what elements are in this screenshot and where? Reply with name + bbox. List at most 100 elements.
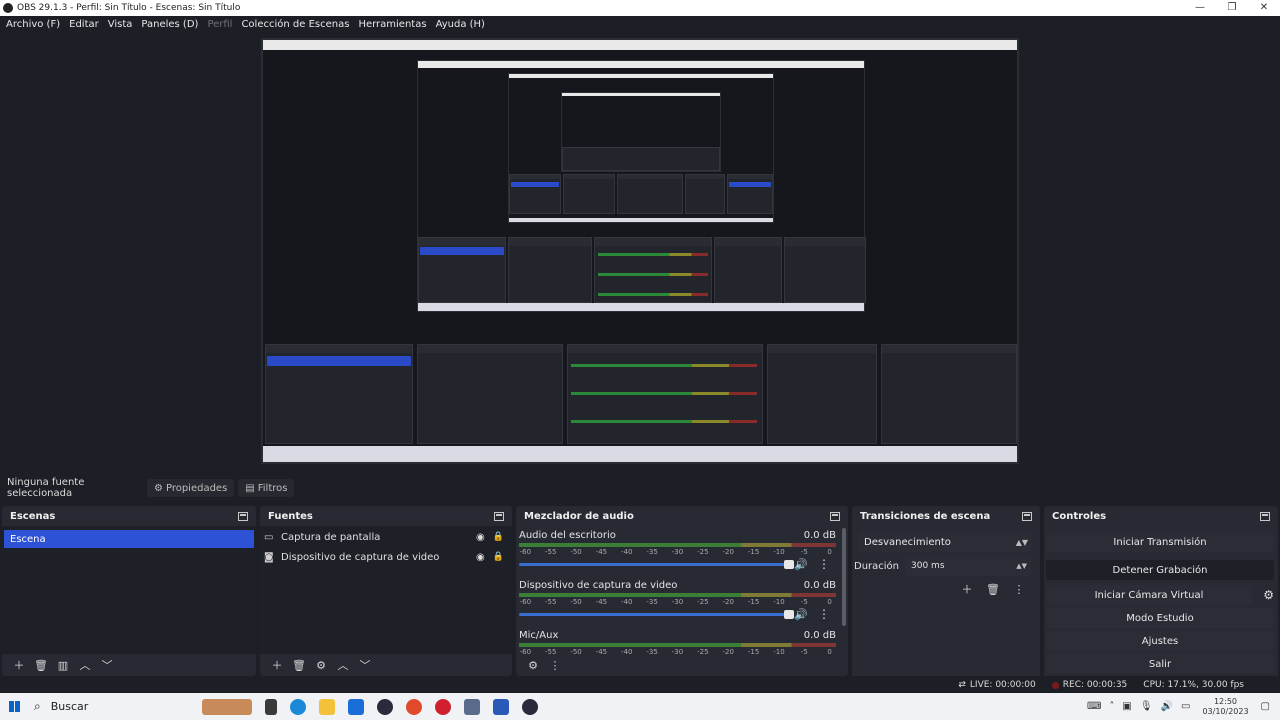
lock-icon[interactable]: 🔒 [493, 532, 504, 542]
undock-icon[interactable] [1260, 511, 1270, 521]
menu-paneles[interactable]: Paneles (D) [141, 19, 198, 30]
move-scene-down-button[interactable]: ﹀ [96, 656, 118, 674]
menu-editar[interactable]: Editar [69, 19, 99, 30]
meter-tick-label: 0 [827, 548, 832, 556]
menu-herramientas[interactable]: Herramientas [358, 19, 426, 30]
widgets-icon[interactable] [202, 698, 252, 715]
meter-tick-label: -50 [570, 598, 582, 606]
undock-icon[interactable] [1022, 511, 1032, 521]
volume-meter [519, 593, 836, 597]
move-source-down-button[interactable]: ﹀ [354, 656, 376, 674]
move-source-up-button[interactable]: ︿ [332, 656, 354, 674]
mixer-scrollbar[interactable] [842, 528, 846, 626]
add-source-button[interactable]: ＋ [266, 656, 288, 674]
settings-button[interactable]: Ajustes [1046, 631, 1274, 651]
move-scene-up-button[interactable]: ︿ [74, 656, 96, 674]
remove-source-button[interactable]: 🗑 [288, 656, 310, 674]
obs-taskbar-icon[interactable] [522, 698, 538, 715]
start-virtual-camera-button[interactable]: Iniciar Cámara Virtual [1046, 585, 1252, 605]
transition-select[interactable]: Desvanecimiento ▲▼ [858, 532, 1032, 552]
minimize-button[interactable]: — [1184, 0, 1216, 16]
visibility-eye-icon[interactable]: ◉ [476, 552, 485, 563]
remove-transition-button[interactable]: 🗑 [980, 580, 1006, 598]
spin-arrows-icon[interactable]: ▲▼ [1016, 562, 1027, 570]
scene-filters-button[interactable]: ▥ [52, 656, 74, 674]
add-scene-button[interactable]: ＋ [8, 656, 30, 674]
chevron-up-icon[interactable]: ˄ [1109, 701, 1114, 712]
maximize-button[interactable]: ❐ [1216, 0, 1248, 16]
source-item[interactable]: ▭ Captura de pantalla ◉ 🔒 [264, 528, 504, 546]
start-button[interactable] [0, 701, 28, 712]
close-button[interactable]: ✕ [1248, 0, 1280, 16]
more-options-icon[interactable]: ⋮ [818, 557, 830, 571]
meter-tick-label: -30 [671, 548, 684, 556]
speaker-icon[interactable]: 🔊 [794, 558, 808, 571]
notifications-icon[interactable]: ▢ [1261, 701, 1270, 712]
chrome-icon[interactable] [406, 698, 422, 715]
app-icon[interactable] [435, 698, 451, 715]
properties-button[interactable]: ⚙ Propiedades [147, 479, 235, 497]
mixer-channel: Audio del escritorio 0.0 dB -60 -55 -50 -45… [518, 530, 838, 580]
obs-taskbar-icon[interactable] [377, 698, 393, 715]
meter-tick-label: -25 [697, 548, 709, 556]
stop-recording-button[interactable]: Detener Grabación [1046, 560, 1274, 580]
tray-icon[interactable]: ▣ [1122, 701, 1131, 712]
start-streaming-button[interactable]: Iniciar Transmisión [1046, 532, 1274, 552]
preview-canvas[interactable] [261, 38, 1019, 464]
advanced-audio-properties-button[interactable]: ⚙ [522, 656, 544, 674]
undock-icon[interactable] [830, 511, 840, 521]
search-icon: ⌕ [34, 699, 41, 713]
volume-slider[interactable] [519, 563, 790, 566]
task-view-icon[interactable] [265, 698, 277, 715]
scene-item[interactable]: Escena [4, 530, 254, 548]
meter-tick-label: -20 [722, 548, 734, 556]
volume-slider-handle[interactable] [784, 610, 794, 619]
remove-scene-button[interactable]: 🗑 [30, 656, 52, 674]
source-item[interactable]: ◙ Dispositivo de captura de video ◉ 🔒 [264, 548, 504, 566]
exit-button[interactable]: Salir [1046, 654, 1274, 674]
taskbar-search[interactable]: ⌕ Buscar [34, 699, 164, 714]
filters-button[interactable]: ▤ Filtros [238, 479, 295, 497]
volume-icon[interactable]: 🔊 [1161, 701, 1173, 712]
file-explorer-icon[interactable] [319, 698, 335, 715]
menu-perfil[interactable]: Perfil [207, 19, 232, 30]
add-transition-button[interactable]: ＋ [954, 580, 980, 598]
volume-slider-handle[interactable] [784, 560, 794, 569]
volume-slider[interactable] [519, 613, 790, 616]
meter-ticks: -60 -55 -50 -45 -40 -35 -30 -25 -20 -15 -10 -5 0 [519, 548, 836, 556]
mixer-menu-button[interactable]: ⋮ [544, 656, 566, 674]
edge-icon[interactable] [290, 698, 306, 715]
source-properties-button[interactable]: ⚙ [310, 656, 332, 674]
meter-tick-label: -30 [671, 598, 684, 606]
duration-input[interactable]: 300 ms ▲▼ [905, 556, 1032, 576]
lock-icon[interactable]: 🔒 [493, 552, 504, 562]
mail-icon[interactable] [348, 698, 364, 715]
microphone-icon[interactable]: 🎙 [1140, 701, 1153, 712]
gear-icon[interactable]: ⚙ [1263, 588, 1274, 602]
gear-icon: ⚙ [154, 482, 163, 494]
battery-icon[interactable]: ▭ [1181, 701, 1190, 712]
meter-tick-label: -40 [621, 598, 633, 606]
visibility-eye-icon[interactable]: ◉ [476, 532, 485, 543]
menu-bar: Archivo (F) Editar Vista Paneles (D) Per… [0, 16, 1280, 32]
meter-tick-label: -50 [570, 548, 582, 556]
undock-icon[interactable] [238, 511, 248, 521]
channel-db: 0.0 dB [803, 530, 836, 541]
camera-app-icon[interactable] [464, 698, 480, 715]
preview-area [0, 32, 1280, 472]
clock[interactable]: 12:50 03/10/2023 [1202, 697, 1248, 717]
menu-ayuda[interactable]: Ayuda (H) [436, 19, 485, 30]
more-options-icon[interactable]: ⋮ [818, 607, 830, 621]
meter-tick-label: -15 [747, 548, 760, 556]
word-icon[interactable] [493, 698, 509, 715]
keyboard-icon[interactable]: ⌨ [1087, 701, 1101, 712]
menu-vista[interactable]: Vista [108, 19, 133, 30]
menu-coleccion-escenas[interactable]: Colección de Escenas [241, 19, 349, 30]
studio-mode-button[interactable]: Modo Estudio [1046, 608, 1274, 628]
sources-dock: Fuentes ▭ Captura de pantalla ◉ 🔒 ◙ Disp… [260, 506, 512, 676]
undock-icon[interactable] [494, 511, 504, 521]
controls-dock: Controles Iniciar Transmisión Detener Gr… [1044, 506, 1278, 676]
speaker-icon[interactable]: 🔊 [794, 608, 808, 621]
menu-archivo[interactable]: Archivo (F) [6, 19, 60, 30]
transition-menu-button[interactable]: ⋮ [1006, 580, 1032, 598]
